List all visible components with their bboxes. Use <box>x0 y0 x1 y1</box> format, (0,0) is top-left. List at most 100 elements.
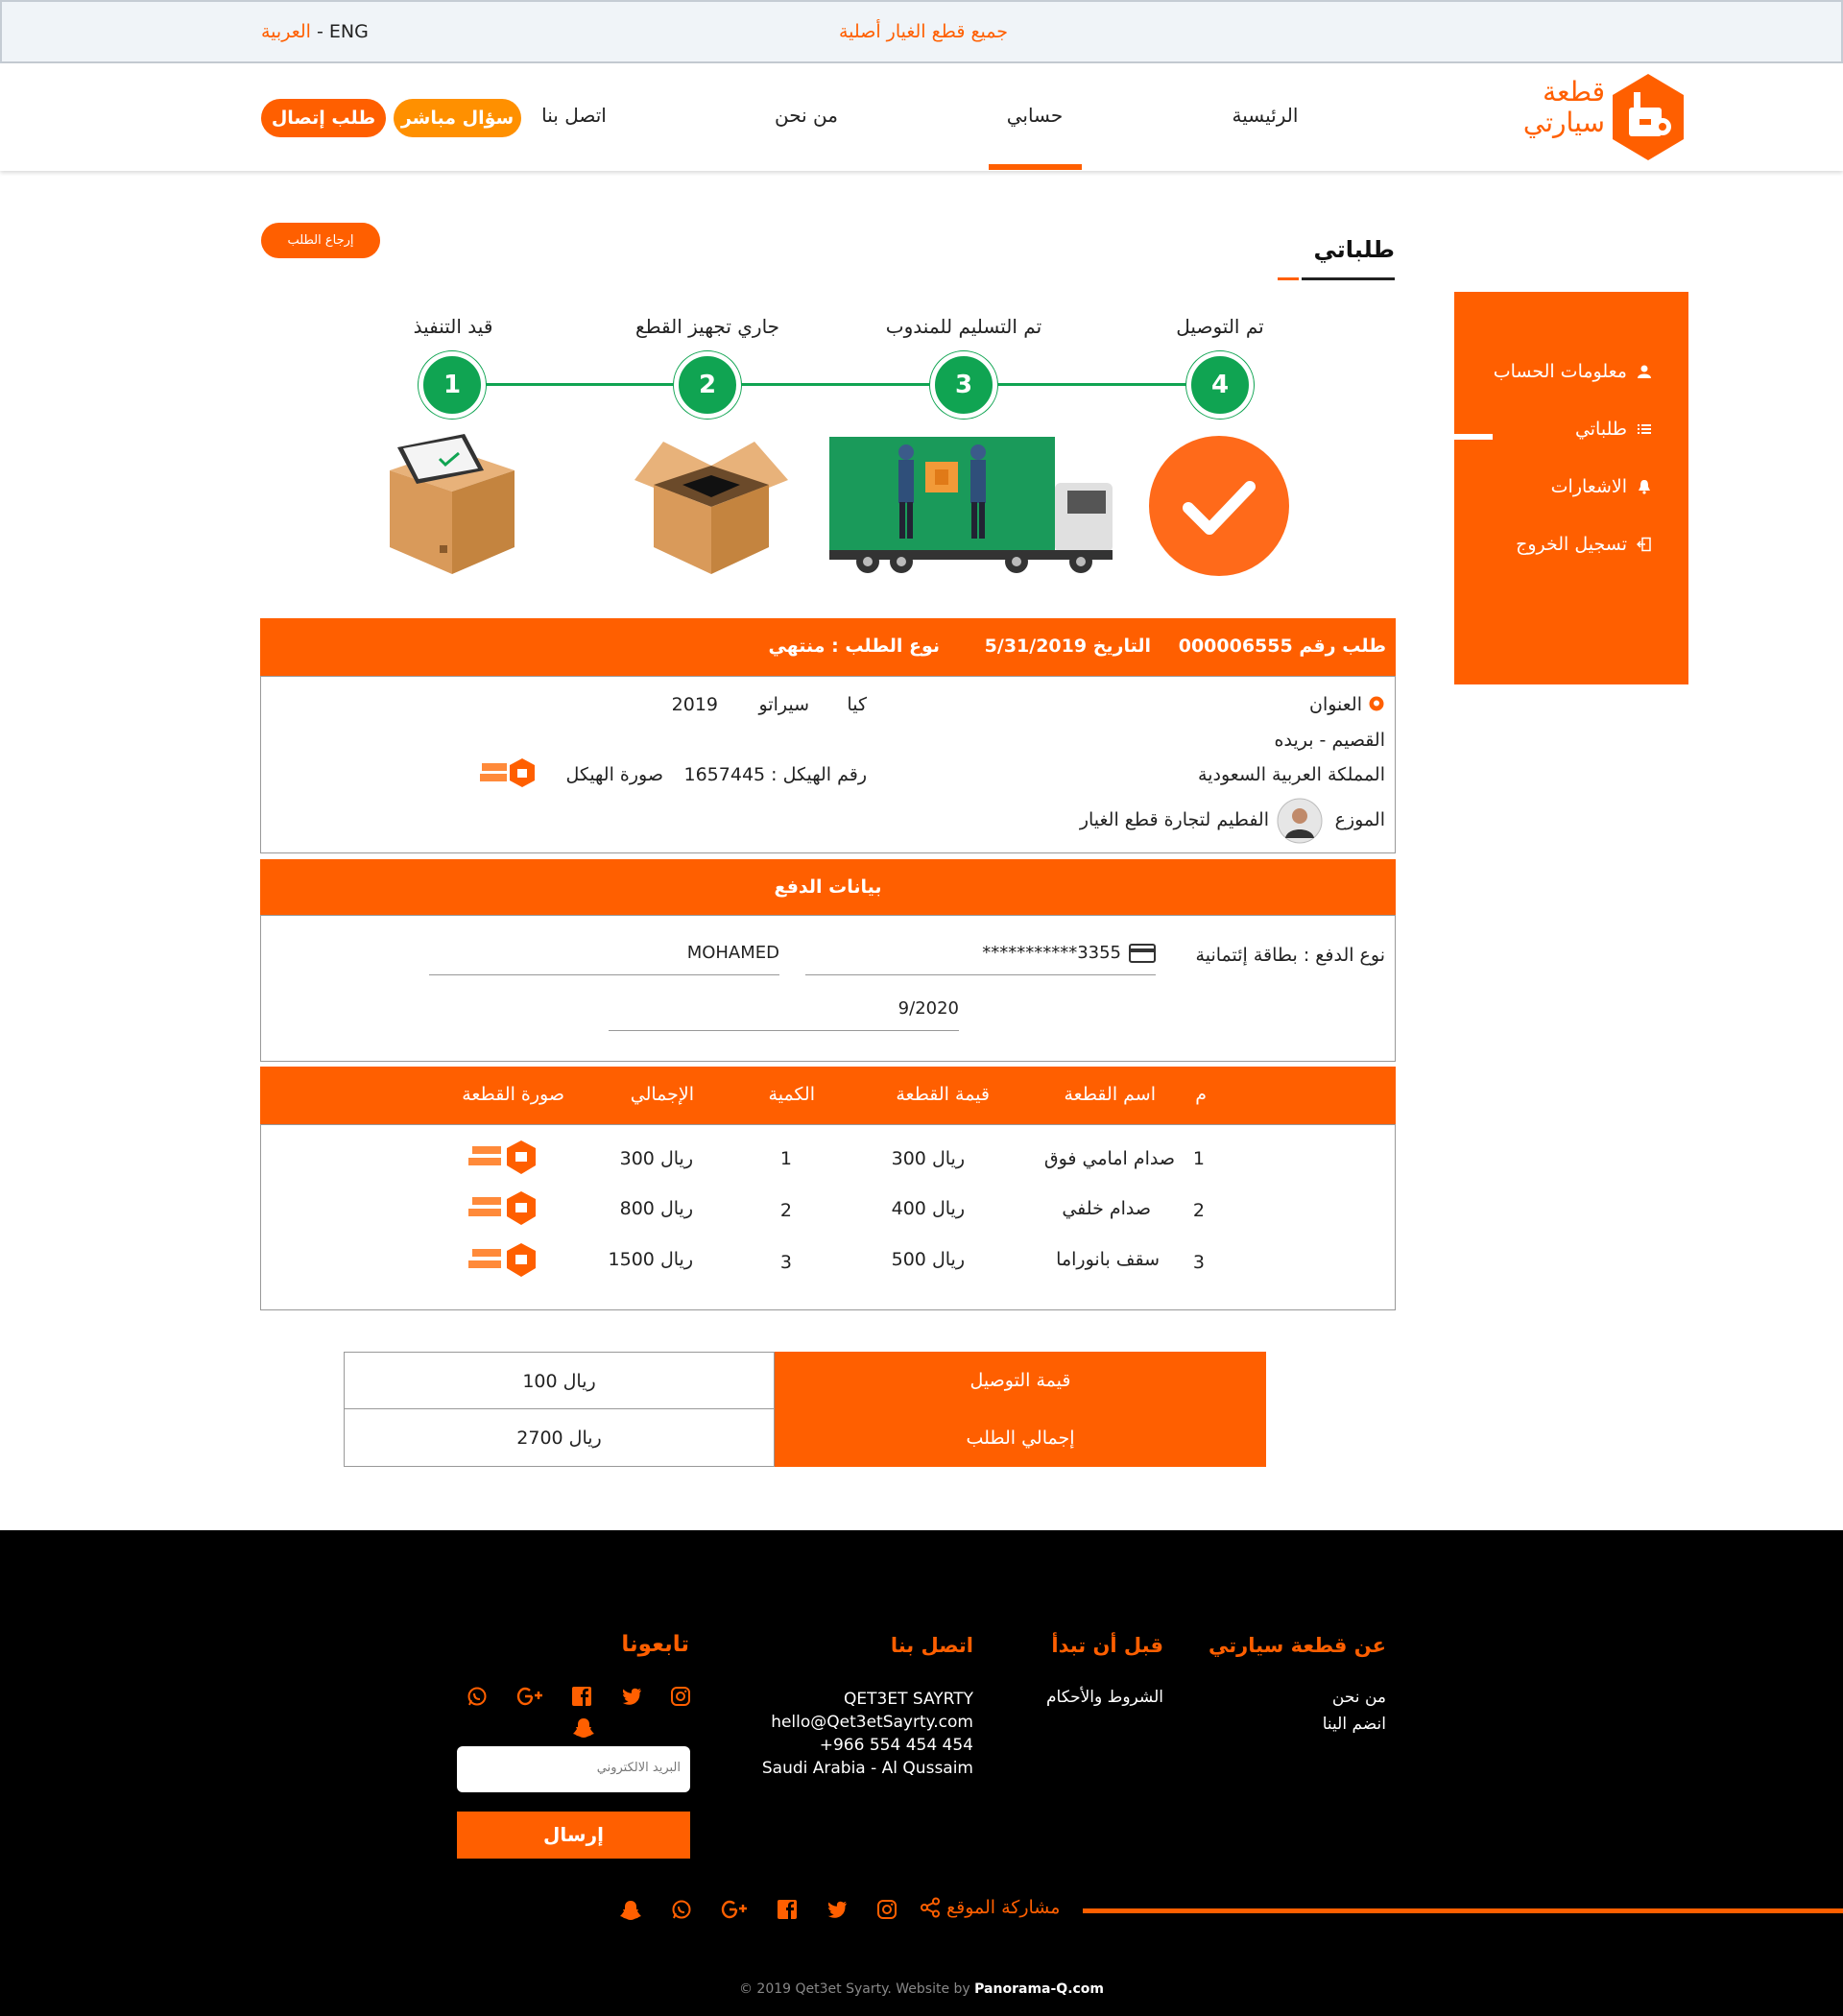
order-details-panel: العنوان القصيم - بريده المملكة العربية ا… <box>260 676 1396 853</box>
site-footer: عن قطعة سيارتي من نحن انضم الينا قبل أن … <box>0 1530 1843 2016</box>
list-icon <box>1638 424 1651 434</box>
location-pin-icon <box>1369 696 1384 711</box>
sidebar-item-logout[interactable]: تسجيل الخروج <box>1516 534 1652 555</box>
footer-contact-phone[interactable]: +966 554 454 454 <box>820 1734 973 1758</box>
col-header-total: الإجمالي <box>630 1084 694 1105</box>
footer-before-title: قبل أن تبدأ <box>1051 1634 1163 1657</box>
sidebar-item-notifications[interactable]: الاشعارات <box>1551 476 1652 497</box>
step-label-delivered: تم التوصيل <box>1176 315 1264 338</box>
tagline: جميع قطع الغيار أصلية <box>838 21 1009 42</box>
nav-contact[interactable]: اتصل بنا <box>488 104 660 127</box>
email-placeholder: البريد الالكتروني <box>596 1761 681 1775</box>
payment-title: بيانات الدفع <box>774 876 882 898</box>
copyright-line: © 2019 Qet3et Syarty. Website by Panoram… <box>0 1981 1843 1997</box>
row2-part-name: صدام خلفي <box>1062 1198 1151 1219</box>
instagram-icon[interactable] <box>670 1686 691 1707</box>
footer-contact-company: QET3ET SAYRTY <box>844 1690 973 1709</box>
chassis-image-thumbnail[interactable] <box>480 757 536 788</box>
logo-text-line1: قطعة <box>1543 76 1605 108</box>
col-header-part-price: قيمة القطعة <box>896 1084 990 1105</box>
title-underline-accent <box>1278 277 1299 280</box>
order-total-label: إجمالي الطلب <box>775 1409 1266 1467</box>
step-circle-3: 3 <box>930 351 997 419</box>
nav-home[interactable]: الرئيسية <box>1179 104 1352 127</box>
row2-part-image[interactable] <box>468 1189 538 1228</box>
payment-type: نوع الدفع : بطاقة إئتمانية <box>1195 945 1385 966</box>
parts-table-header: م اسم القطعة قيمة القطعة الكمية الإجمالي… <box>260 1067 1396 1124</box>
user-icon <box>1638 365 1651 378</box>
sidebar-item-my-orders[interactable]: طلباتي <box>1575 419 1652 440</box>
row1-part-image[interactable] <box>468 1139 538 1177</box>
footer-link-about-us[interactable]: من نحن <box>1332 1686 1386 1710</box>
newsletter-send-button[interactable]: إرسال <box>457 1812 690 1859</box>
share-snapchat-icon[interactable] <box>619 1899 642 1922</box>
car-model: سيراتو <box>758 694 809 715</box>
row2-index: 2 <box>1192 1200 1205 1221</box>
nav-account[interactable]: حسابي <box>948 104 1121 127</box>
row1-index: 1 <box>1192 1148 1205 1169</box>
order-summary: قيمة التوصيل 100 ريال إجمالي الطلب 2700 … <box>344 1352 1266 1467</box>
address-line-country: المملكة العربية السعودية <box>1198 764 1385 785</box>
order-date: التاريخ 5/31/2019 <box>984 636 1151 657</box>
step-circle-2: 2 <box>674 351 741 419</box>
footer-social-row <box>467 1686 691 1709</box>
snapchat-icon[interactable] <box>572 1716 595 1740</box>
row3-index: 3 <box>1192 1252 1205 1273</box>
step-label-preparing: جاري تجهيز القطع <box>634 315 780 338</box>
newsletter-email-input[interactable]: البريد الالكتروني <box>457 1746 690 1792</box>
step-label-processing: قيد التنفيذ <box>413 315 493 338</box>
delivery-truck-icon <box>829 437 1113 573</box>
card-number-row: ***********3355 <box>982 943 1156 963</box>
share-whatsapp-icon[interactable] <box>671 1899 692 1920</box>
return-order-button[interactable]: إرجاع الطلب <box>261 223 380 258</box>
share-site-link[interactable]: مشاركة الموقع <box>920 1897 1060 1918</box>
payment-header-bar: بيانات الدفع <box>260 859 1396 915</box>
row2-part-price: 400 ريال <box>891 1198 965 1219</box>
footer-contact-address: Saudi Arabia - Al Qussaim <box>761 1759 973 1778</box>
main-nav: طلب إتصال سؤال مباشر اتصل بنا من نحن حسا… <box>0 63 1843 171</box>
chassis-image-label: صورة الهيكل <box>565 764 663 785</box>
footer-link-terms[interactable]: الشروط والأحكام <box>1046 1686 1163 1710</box>
row1-total: 300 ريال <box>619 1148 693 1169</box>
box-clipboard-icon <box>390 434 515 574</box>
card-expiry-field: 9/2020 <box>609 993 959 1031</box>
account-sidebar: معلومات الحساب طلباتي الاشعارات تسجيل ال… <box>1454 292 1688 684</box>
share-google-plus-icon[interactable] <box>721 1899 748 1920</box>
logo-text-line2: سيارتي <box>1522 107 1605 138</box>
nav-about[interactable]: من نحن <box>720 104 893 127</box>
share-facebook-icon[interactable] <box>777 1899 798 1920</box>
copyright-text: © 2019 Qet3et Syarty. Website by <box>738 1981 975 1997</box>
credit-card-icon <box>1129 943 1156 963</box>
sidebar-item-label: معلومات الحساب <box>1493 361 1627 382</box>
card-number-field: ***********3355 <box>805 937 1156 975</box>
share-twitter-icon[interactable] <box>826 1899 848 1920</box>
row2-quantity: 2 <box>779 1200 792 1221</box>
site-logo[interactable]: قطعة سيارتي <box>1519 69 1691 165</box>
open-box-icon <box>634 442 788 574</box>
sidebar-item-account-info[interactable]: معلومات الحساب <box>1494 361 1652 382</box>
row3-part-image[interactable] <box>468 1241 538 1280</box>
top-bar: العربية - ENG جميع قطع الغيار أصلية <box>0 0 1843 63</box>
row3-total: 1500 ريال <box>608 1249 693 1270</box>
google-plus-icon[interactable] <box>516 1686 543 1707</box>
step-circle-4: 4 <box>1186 351 1254 419</box>
lang-arabic-link[interactable]: العربية <box>261 21 311 42</box>
share-label: مشاركة الموقع <box>946 1897 1061 1918</box>
share-instagram-icon[interactable] <box>876 1899 898 1920</box>
footer-link-join-us[interactable]: انضم الينا <box>1323 1713 1386 1737</box>
address-line-city: القصيم - بريده <box>1274 730 1385 751</box>
col-header-part-name: اسم القطعة <box>1064 1084 1156 1105</box>
facebook-icon[interactable] <box>571 1686 592 1707</box>
twitter-icon[interactable] <box>621 1686 642 1707</box>
col-header-quantity: الكمية <box>768 1084 815 1105</box>
chassis-number: رقم الهيكل : 1657445 <box>683 764 868 785</box>
card-holder-value: MOHAMED <box>686 943 779 963</box>
language-switcher: العربية - ENG <box>261 21 369 42</box>
whatsapp-icon[interactable] <box>467 1686 488 1707</box>
row1-quantity: 1 <box>779 1148 792 1169</box>
lang-english-link[interactable]: ENG <box>329 21 369 42</box>
order-number: طلب رقم 000006555 <box>1178 636 1386 657</box>
credit-link[interactable]: Panorama-Q.com <box>974 1981 1104 1997</box>
footer-contact-email[interactable]: hello@Qet3etSayrty.com <box>771 1711 973 1735</box>
call-request-button[interactable]: طلب إتصال <box>261 99 386 137</box>
